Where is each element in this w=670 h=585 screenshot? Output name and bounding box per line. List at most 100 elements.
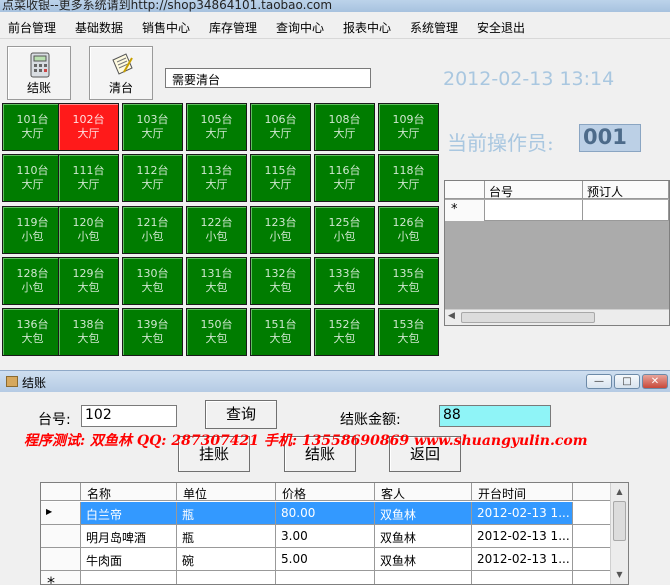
table-button[interactable]: 103台 大厅	[122, 103, 183, 151]
scroll-up-icon[interactable]: ▲	[612, 484, 627, 500]
order-new-cell[interactable]	[472, 571, 573, 584]
table-button[interactable]: 139台 大包	[122, 308, 183, 356]
table-button[interactable]: 128台 小包	[2, 257, 63, 305]
table-button[interactable]: 126台 小包	[378, 206, 439, 254]
table-button[interactable]: 108台 大厅	[314, 103, 375, 151]
order-cell[interactable]: 双鱼林	[375, 548, 472, 570]
order-cell[interactable]: 明月岛啤酒	[81, 525, 177, 547]
table-no-input[interactable]: 102	[81, 405, 177, 427]
menu-sales[interactable]: 销售中心	[142, 19, 190, 36]
order-row[interactable]: 白兰帝瓶80.00双鱼林2012-02-13 1...	[41, 502, 611, 525]
col-unit[interactable]: 单位	[177, 483, 276, 501]
order-cell[interactable]: 双鱼林	[375, 525, 472, 547]
order-cell[interactable]: 牛肉面	[81, 548, 177, 570]
table-button[interactable]: 102台 大厅	[58, 103, 119, 151]
menu-basic-data[interactable]: 基础数据	[75, 19, 123, 36]
query-button[interactable]: 查询	[205, 400, 277, 429]
order-cell[interactable]: 3.00	[276, 525, 375, 547]
table-button[interactable]: 151台 大包	[250, 308, 311, 356]
minimize-button[interactable]: —	[586, 374, 612, 389]
col-name[interactable]: 名称	[81, 483, 177, 501]
order-cell[interactable]: 碗	[177, 548, 276, 570]
reservation-hscroll-thumb[interactable]	[461, 312, 595, 323]
table-button[interactable]: 118台 大厅	[378, 154, 439, 202]
table-button[interactable]: 115台 大厅	[250, 154, 311, 202]
operator-label: 当前操作员:	[447, 131, 554, 155]
table-button[interactable]: 122台 小包	[186, 206, 247, 254]
menu-front-desk[interactable]: 前台管理	[8, 19, 56, 36]
new-row-booker-cell[interactable]	[583, 200, 669, 221]
menu-system[interactable]: 系统管理	[410, 19, 458, 36]
order-cell[interactable]: 瓶	[177, 525, 276, 547]
col-guest[interactable]: 客人	[375, 483, 472, 501]
table-button[interactable]: 132台 大包	[250, 257, 311, 305]
order-new-cell[interactable]	[81, 571, 177, 584]
order-new-cell[interactable]	[177, 571, 276, 584]
menu-exit[interactable]: 安全退出	[477, 19, 525, 36]
table-button[interactable]: 109台 大厅	[378, 103, 439, 151]
table-button[interactable]: 113台 大厅	[186, 154, 247, 202]
order-items-grid[interactable]: 名称 单位 价格 客人 开台时间 白兰帝瓶80.00双鱼林2012-02-13 …	[40, 482, 629, 585]
order-cell[interactable]: 双鱼林	[375, 502, 472, 524]
order-cell[interactable]: 瓶	[177, 502, 276, 524]
table-button[interactable]: 111台 大厅	[58, 154, 119, 202]
menu-inventory[interactable]: 库存管理	[209, 19, 257, 36]
row-header[interactable]	[41, 525, 81, 547]
order-new-cell[interactable]	[276, 571, 375, 584]
table-button[interactable]: 125台 小包	[314, 206, 375, 254]
maximize-button[interactable]: □	[614, 374, 640, 389]
close-button[interactable]: ✕	[642, 374, 668, 389]
order-new-row[interactable]	[41, 571, 611, 584]
order-cell[interactable]: 2012-02-13 1...	[472, 502, 573, 524]
order-cell[interactable]: 5.00	[276, 548, 375, 570]
table-button[interactable]: 112台 大厅	[122, 154, 183, 202]
table-number: 111台	[72, 164, 105, 177]
table-button[interactable]: 119台 小包	[2, 206, 63, 254]
order-new-cell[interactable]	[375, 571, 472, 584]
order-grid-vscrollbar[interactable]: ▲ ▼	[610, 483, 628, 584]
table-button[interactable]: 106台 大厅	[250, 103, 311, 151]
order-vscroll-thumb[interactable]	[613, 501, 626, 541]
reservation-grid[interactable]: 台号 预订人 * ◀	[444, 180, 670, 326]
reservation-col-booker[interactable]: 预订人	[583, 181, 669, 199]
table-area: 大厅	[333, 127, 356, 140]
table-button[interactable]: 138台 大包	[58, 308, 119, 356]
menu-reports[interactable]: 报表中心	[343, 19, 391, 36]
order-row[interactable]: 牛肉面碗 5.00 双鱼林 2012-02-13 1...	[41, 548, 611, 571]
reservation-hscrollbar[interactable]: ◀	[445, 309, 669, 325]
table-button[interactable]: 120台 小包	[58, 206, 119, 254]
table-button[interactable]: 135台 大包	[378, 257, 439, 305]
table-button[interactable]: 150台 大包	[186, 308, 247, 356]
table-area: 大包	[205, 332, 228, 345]
scroll-left-icon[interactable]: ◀	[448, 311, 455, 321]
table-button[interactable]: 153台 大包	[378, 308, 439, 356]
order-cell[interactable]: 2012-02-13 1...	[472, 525, 573, 547]
reservation-col-table[interactable]: 台号	[485, 181, 583, 199]
order-cell[interactable]: 80.00	[276, 502, 375, 524]
table-button[interactable]: 105台 大厅	[186, 103, 247, 151]
table-button[interactable]: 116台 大厅	[314, 154, 375, 202]
table-button[interactable]: 123台 小包	[250, 206, 311, 254]
order-row[interactable]: 明月岛啤酒瓶 3.00 双鱼林 2012-02-13 1...	[41, 525, 611, 548]
table-button[interactable]: 101台 大厅	[2, 103, 63, 151]
menu-query[interactable]: 查询中心	[276, 19, 324, 36]
col-open-time[interactable]: 开台时间	[472, 483, 573, 501]
clear-table-tool-button[interactable]: 清台	[89, 46, 153, 100]
table-button[interactable]: 131台 大包	[186, 257, 247, 305]
table-button[interactable]: 130台 大包	[122, 257, 183, 305]
checkout-tool-button[interactable]: 结账	[7, 46, 71, 100]
col-price[interactable]: 价格	[276, 483, 375, 501]
row-header[interactable]	[41, 548, 81, 570]
order-cell[interactable]: 2012-02-13 1...	[472, 548, 573, 570]
table-button[interactable]: 121台 小包	[122, 206, 183, 254]
table-button[interactable]: 136台 大包	[2, 308, 63, 356]
table-button[interactable]: 152台 大包	[314, 308, 375, 356]
table-button[interactable]: 129台 大包	[58, 257, 119, 305]
table-button[interactable]: 110台 大厅	[2, 154, 63, 202]
table-button[interactable]: 133台 大包	[314, 257, 375, 305]
order-cell[interactable]: 白兰帝	[81, 502, 177, 524]
row-header[interactable]	[41, 502, 81, 524]
new-row-table-cell[interactable]	[485, 200, 583, 221]
scroll-down-icon[interactable]: ▼	[612, 567, 627, 583]
reservation-new-row[interactable]: *	[445, 200, 669, 221]
